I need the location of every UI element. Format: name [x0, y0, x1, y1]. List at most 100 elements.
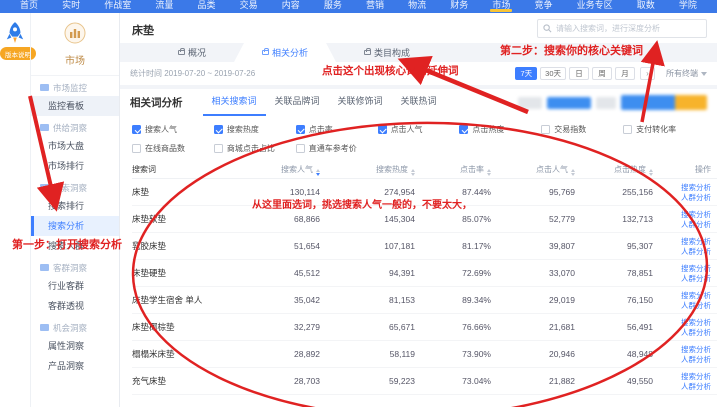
- metric-checkbox[interactable]: 商城点击占比: [214, 143, 296, 154]
- nav-item[interactable]: 营销: [362, 0, 388, 12]
- click-rate-cell: 87.44%: [419, 187, 495, 197]
- keyword-cell[interactable]: 床垫软垫: [132, 213, 232, 225]
- crowd-analysis-link[interactable]: 人群分析: [681, 274, 711, 283]
- sidebar-entry[interactable]: 供给洞察: [31, 121, 119, 136]
- metric-checkbox[interactable]: 交易指数: [541, 124, 623, 135]
- date-range-button[interactable]: 30天: [540, 67, 566, 80]
- sidebar-entry[interactable]: 属性洞察: [31, 336, 119, 356]
- keyword-cell[interactable]: 床垫: [132, 186, 232, 198]
- subtab[interactable]: 相关搜索词: [203, 89, 266, 116]
- sidebar-entry[interactable]: 市场大盘: [31, 136, 119, 156]
- crowd-analysis-link[interactable]: 人群分析: [681, 220, 711, 229]
- sidebar-entry[interactable]: 客群洞察: [31, 261, 119, 276]
- sort-icon[interactable]: [649, 169, 653, 176]
- metric-checkbox[interactable]: 在线商品数: [132, 143, 214, 154]
- blurred-button[interactable]: [596, 97, 616, 109]
- sort-desc-icon[interactable]: [316, 169, 320, 176]
- nav-item[interactable]: 实时: [58, 0, 84, 12]
- sidebar-entry[interactable]: 市场排行: [31, 156, 119, 176]
- col-search-popularity[interactable]: 搜索人气: [232, 164, 324, 176]
- nav-item[interactable]: 取数: [633, 0, 659, 12]
- tab[interactable]: 相关分析: [234, 43, 336, 62]
- col-search-heat[interactable]: 搜索热度: [324, 164, 419, 176]
- metric-checkbox[interactable]: 点击热度: [459, 124, 541, 135]
- sort-icon[interactable]: [571, 169, 575, 176]
- subtab[interactable]: 关联修饰词: [329, 89, 392, 116]
- search-input[interactable]: [556, 24, 701, 33]
- date-range-button[interactable]: 月: [615, 67, 635, 80]
- terminal-dropdown[interactable]: 所有终端: [666, 68, 707, 79]
- nav-item[interactable]: 作战室: [100, 0, 135, 12]
- nav-item[interactable]: 首页: [16, 0, 42, 12]
- search-analysis-link[interactable]: 搜索分析: [681, 345, 711, 354]
- search-analysis-link[interactable]: 搜索分析: [681, 183, 711, 192]
- nav-item[interactable]: 业务专区: [573, 0, 617, 12]
- crowd-analysis-link[interactable]: 人群分析: [681, 328, 711, 337]
- date-next-button[interactable]: ›: [640, 67, 655, 80]
- crowd-analysis-link[interactable]: 人群分析: [681, 355, 711, 364]
- sidebar-entry[interactable]: 搜索洞察: [31, 181, 119, 196]
- sidebar-entry[interactable]: 搜索排行: [31, 196, 119, 216]
- subtab[interactable]: 关联品牌词: [266, 89, 329, 116]
- date-range-button[interactable]: 7天: [515, 67, 537, 80]
- search-analysis-link[interactable]: 搜索分析: [681, 264, 711, 273]
- sidebar-entry[interactable]: 搜索分析: [31, 216, 119, 236]
- crowd-analysis-link[interactable]: 人群分析: [681, 247, 711, 256]
- sidebar-entry[interactable]: 搜索人群: [31, 236, 119, 256]
- nav-item[interactable]: 内容: [278, 0, 304, 12]
- metric-checkbox[interactable]: 点击人气: [378, 124, 460, 135]
- blurred-button[interactable]: [621, 95, 675, 110]
- date-range-button[interactable]: 周: [592, 67, 612, 80]
- nav-item[interactable]: 流量: [151, 0, 177, 12]
- crowd-analysis-link[interactable]: 人群分析: [681, 382, 711, 391]
- sort-icon[interactable]: [487, 169, 491, 176]
- keyword-cell[interactable]: 床垫椰棕垫: [132, 321, 232, 333]
- sidebar-entry[interactable]: 行业客群: [31, 276, 119, 296]
- subtab[interactable]: 关联热词: [392, 89, 446, 116]
- sidebar-entry[interactable]: 监控看板: [31, 96, 119, 116]
- metric-checkbox[interactable]: 直通车参考价: [296, 143, 378, 154]
- sidebar-entry[interactable]: 市场监控: [31, 81, 119, 96]
- blurred-button[interactable]: [547, 97, 591, 109]
- tab[interactable]: 概况: [150, 43, 234, 62]
- nav-item[interactable]: 服务: [320, 0, 346, 12]
- nav-item[interactable]: 交易: [236, 0, 262, 12]
- keyword-cell[interactable]: 充气床垫: [132, 375, 232, 387]
- date-range-button[interactable]: 日: [569, 67, 589, 80]
- keyword-cell[interactable]: 床垫学生宿舍 单人: [132, 294, 232, 306]
- search-popularity-cell: 45,512: [232, 268, 324, 278]
- col-click-rate[interactable]: 点击率: [419, 164, 495, 176]
- blurred-button[interactable]: [675, 95, 707, 110]
- keyword-cell[interactable]: 床垫硬垫: [132, 267, 232, 279]
- nav-item[interactable]: 竞争: [531, 0, 557, 12]
- metric-checkbox[interactable]: 支付转化率: [623, 124, 705, 135]
- nav-item[interactable]: 物流: [404, 0, 430, 12]
- nav-item[interactable]: 市场: [488, 0, 514, 12]
- keyword-cell[interactable]: 榻榻米床垫: [132, 348, 232, 360]
- blurred-button[interactable]: [518, 97, 542, 109]
- rocket-icon[interactable]: [5, 21, 25, 50]
- crowd-analysis-link[interactable]: 人群分析: [681, 301, 711, 310]
- metric-checkbox[interactable]: 点击率: [296, 124, 378, 135]
- nav-item[interactable]: 品类: [194, 0, 220, 12]
- sidebar-entry[interactable]: 客群透视: [31, 296, 119, 316]
- nav-item[interactable]: 财务: [446, 0, 472, 12]
- search-analysis-link[interactable]: 搜索分析: [681, 318, 711, 327]
- metric-checkbox[interactable]: 搜索热度: [214, 124, 296, 135]
- checkbox-icon: [214, 144, 223, 153]
- sidebar-entry[interactable]: 产品洞察: [31, 356, 119, 376]
- keyword-cell[interactable]: 乳胶床垫: [132, 240, 232, 252]
- keyword-search-box[interactable]: [537, 19, 707, 38]
- col-click-heat[interactable]: 点击热度: [579, 164, 657, 176]
- crowd-analysis-link[interactable]: 人群分析: [681, 193, 711, 202]
- col-click-popularity[interactable]: 点击人气: [495, 164, 579, 176]
- search-analysis-link[interactable]: 搜索分析: [681, 291, 711, 300]
- nav-item[interactable]: 学院: [675, 0, 701, 12]
- metric-checkbox[interactable]: 搜索人气: [132, 124, 214, 135]
- sidebar-entry[interactable]: 机会洞察: [31, 321, 119, 336]
- search-analysis-link[interactable]: 搜索分析: [681, 237, 711, 246]
- sort-icon[interactable]: [411, 169, 415, 176]
- search-analysis-link[interactable]: 搜索分析: [681, 372, 711, 381]
- tab[interactable]: 类目构成: [336, 43, 438, 62]
- search-analysis-link[interactable]: 搜索分析: [681, 210, 711, 219]
